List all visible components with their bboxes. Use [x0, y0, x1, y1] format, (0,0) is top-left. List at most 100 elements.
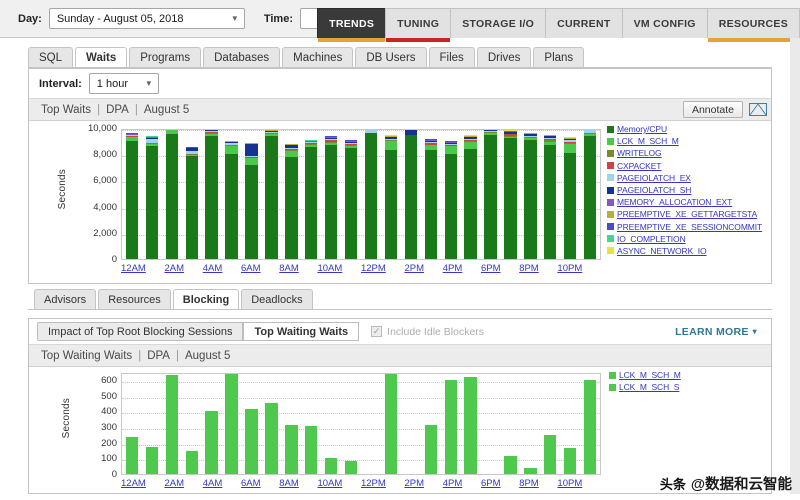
bar-slot[interactable] [461, 374, 481, 474]
envelope-icon[interactable] [749, 103, 767, 116]
bar-slot[interactable] [202, 130, 222, 259]
bar-slot[interactable] [401, 130, 421, 259]
legend-item[interactable]: IO_COMPLETION [607, 233, 762, 245]
x-axis-tick[interactable]: 12AM [121, 478, 146, 489]
legend-item[interactable]: Memory/CPU [607, 123, 762, 135]
bar[interactable] [205, 411, 218, 474]
bar[interactable] [245, 142, 258, 259]
x-axis-tick[interactable]: 12PM [361, 263, 386, 274]
legend-item[interactable]: PAGEIOLATCH_EX [607, 172, 762, 184]
bar[interactable] [504, 455, 517, 474]
bar[interactable] [583, 379, 597, 474]
bar[interactable] [384, 374, 398, 474]
midtab-blocking[interactable]: Blocking [172, 289, 240, 310]
bar[interactable] [245, 408, 258, 474]
subtab-programs[interactable]: Programs [129, 47, 202, 69]
x-axis-tick[interactable]: 10PM [557, 478, 582, 489]
nav-tab-vm-config[interactable]: VM CONFIG [621, 8, 708, 38]
bar-slot[interactable] [381, 130, 401, 259]
bar-slot[interactable] [261, 374, 281, 474]
bar[interactable] [125, 132, 139, 259]
subtab-databases[interactable]: Databases [203, 47, 281, 69]
x-axis-tick[interactable]: 12PM [361, 478, 386, 489]
bar-slot[interactable] [142, 130, 162, 259]
bar-slot[interactable] [321, 130, 341, 259]
bar[interactable] [344, 461, 358, 474]
nav-tab-trends[interactable]: TRENDS [317, 8, 387, 42]
bar-slot[interactable] [560, 374, 580, 474]
bar-slot[interactable] [540, 130, 560, 259]
bar-slot[interactable] [122, 374, 142, 474]
x-axis-tick[interactable]: 4AM [203, 263, 223, 274]
bar[interactable] [285, 143, 298, 259]
subtab-waits[interactable]: Waits [75, 47, 128, 69]
bar[interactable] [444, 140, 457, 259]
legend-item[interactable]: LCK_M_SCH_M [607, 135, 762, 147]
bar-slot[interactable] [441, 374, 461, 474]
bar[interactable] [564, 448, 577, 474]
impact-of-top-root-blocking-sessions-button[interactable]: Impact of Top Root Blocking Sessions [37, 322, 244, 341]
bar[interactable] [424, 138, 437, 259]
bar-slot[interactable] [182, 130, 202, 259]
bar[interactable] [225, 140, 238, 259]
bar-slot[interactable] [281, 374, 301, 474]
legend-item[interactable]: CXPACKET [607, 160, 762, 172]
x-axis-tick[interactable]: 6PM [481, 478, 501, 489]
legend-item[interactable]: PAGEIOLATCH_SH [607, 184, 762, 196]
bar[interactable] [544, 134, 557, 259]
bar-slot[interactable] [142, 374, 162, 474]
bar-slot[interactable] [501, 374, 521, 474]
bar-slot[interactable] [341, 374, 361, 474]
x-axis-tick[interactable]: 2AM [165, 263, 185, 274]
bar[interactable] [145, 136, 159, 259]
bar-slot[interactable] [222, 130, 242, 259]
x-axis-tick[interactable]: 4PM [443, 263, 463, 274]
bar-slot[interactable] [421, 374, 441, 474]
x-axis-tick[interactable]: 2PM [404, 478, 424, 489]
nav-tab-storage-i-o[interactable]: STORAGE I/O [450, 8, 547, 38]
bar[interactable] [265, 402, 278, 474]
x-axis-tick[interactable]: 8AM [279, 263, 299, 274]
bar[interactable] [225, 374, 238, 474]
x-axis-tick[interactable]: 8PM [519, 478, 539, 489]
legend-item[interactable]: LCK_M_SCH_S [609, 381, 681, 393]
x-axis-tick[interactable]: 6PM [481, 263, 501, 274]
bar[interactable] [544, 434, 557, 474]
midtab-deadlocks[interactable]: Deadlocks [241, 289, 313, 310]
bar[interactable] [404, 130, 418, 259]
bar-slot[interactable] [441, 130, 461, 259]
bar[interactable] [285, 425, 298, 474]
include-idle-blockers-control[interactable]: ✓ Include Idle Blockers [371, 326, 484, 338]
bar[interactable] [424, 425, 437, 474]
bar[interactable] [145, 447, 159, 474]
bar[interactable] [305, 426, 318, 474]
legend-item[interactable]: WRITELOG [607, 147, 762, 159]
subtab-machines[interactable]: Machines [282, 47, 354, 69]
midtab-resources[interactable]: Resources [98, 289, 171, 310]
subtab-sql[interactable]: SQL [28, 47, 74, 69]
bar-slot[interactable] [401, 374, 421, 474]
x-axis-tick[interactable]: 8AM [279, 478, 299, 489]
bar-slot[interactable] [580, 130, 600, 259]
bar[interactable] [305, 140, 318, 259]
bar-slot[interactable] [321, 374, 341, 474]
x-axis-tick[interactable]: 10AM [317, 478, 342, 489]
legend-item[interactable]: MEMORY_ALLOCATION_EXT [607, 196, 762, 208]
bar-slot[interactable] [501, 130, 521, 259]
x-axis-tick[interactable]: 6AM [241, 478, 261, 489]
bar[interactable] [185, 451, 198, 474]
bar[interactable] [564, 137, 577, 259]
bar[interactable] [464, 376, 477, 474]
legend-item[interactable]: PREEMPTIVE_XE_GETTARGETSTA [607, 208, 762, 220]
bar[interactable] [504, 130, 517, 259]
bar[interactable] [524, 132, 537, 259]
bar-slot[interactable] [520, 130, 540, 259]
x-axis-tick[interactable]: 6AM [241, 263, 261, 274]
bar-slot[interactable] [242, 130, 262, 259]
x-axis-tick[interactable]: 2AM [165, 478, 185, 489]
bar[interactable] [344, 140, 358, 259]
bar[interactable] [165, 130, 178, 259]
legend-item[interactable]: ASYNC_NETWORK_IO [607, 245, 762, 257]
bar[interactable] [583, 130, 597, 259]
bar[interactable] [205, 130, 218, 259]
